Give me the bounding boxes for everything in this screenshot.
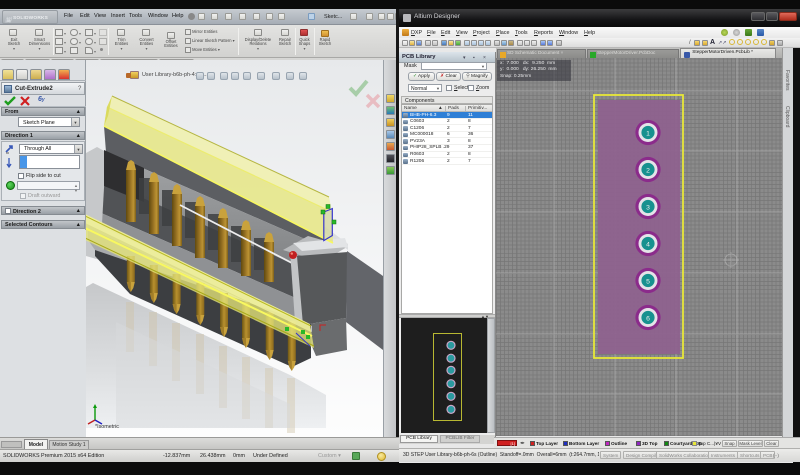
svg-text:3: 3 xyxy=(646,204,650,211)
svg-text:6: 6 xyxy=(646,315,650,322)
svg-text:4: 4 xyxy=(646,241,650,248)
svg-text:*Isometric: *Isometric xyxy=(95,424,119,430)
svg-text:2: 2 xyxy=(646,167,650,174)
svg-text:5: 5 xyxy=(646,278,650,285)
svg-text:1: 1 xyxy=(646,130,650,137)
